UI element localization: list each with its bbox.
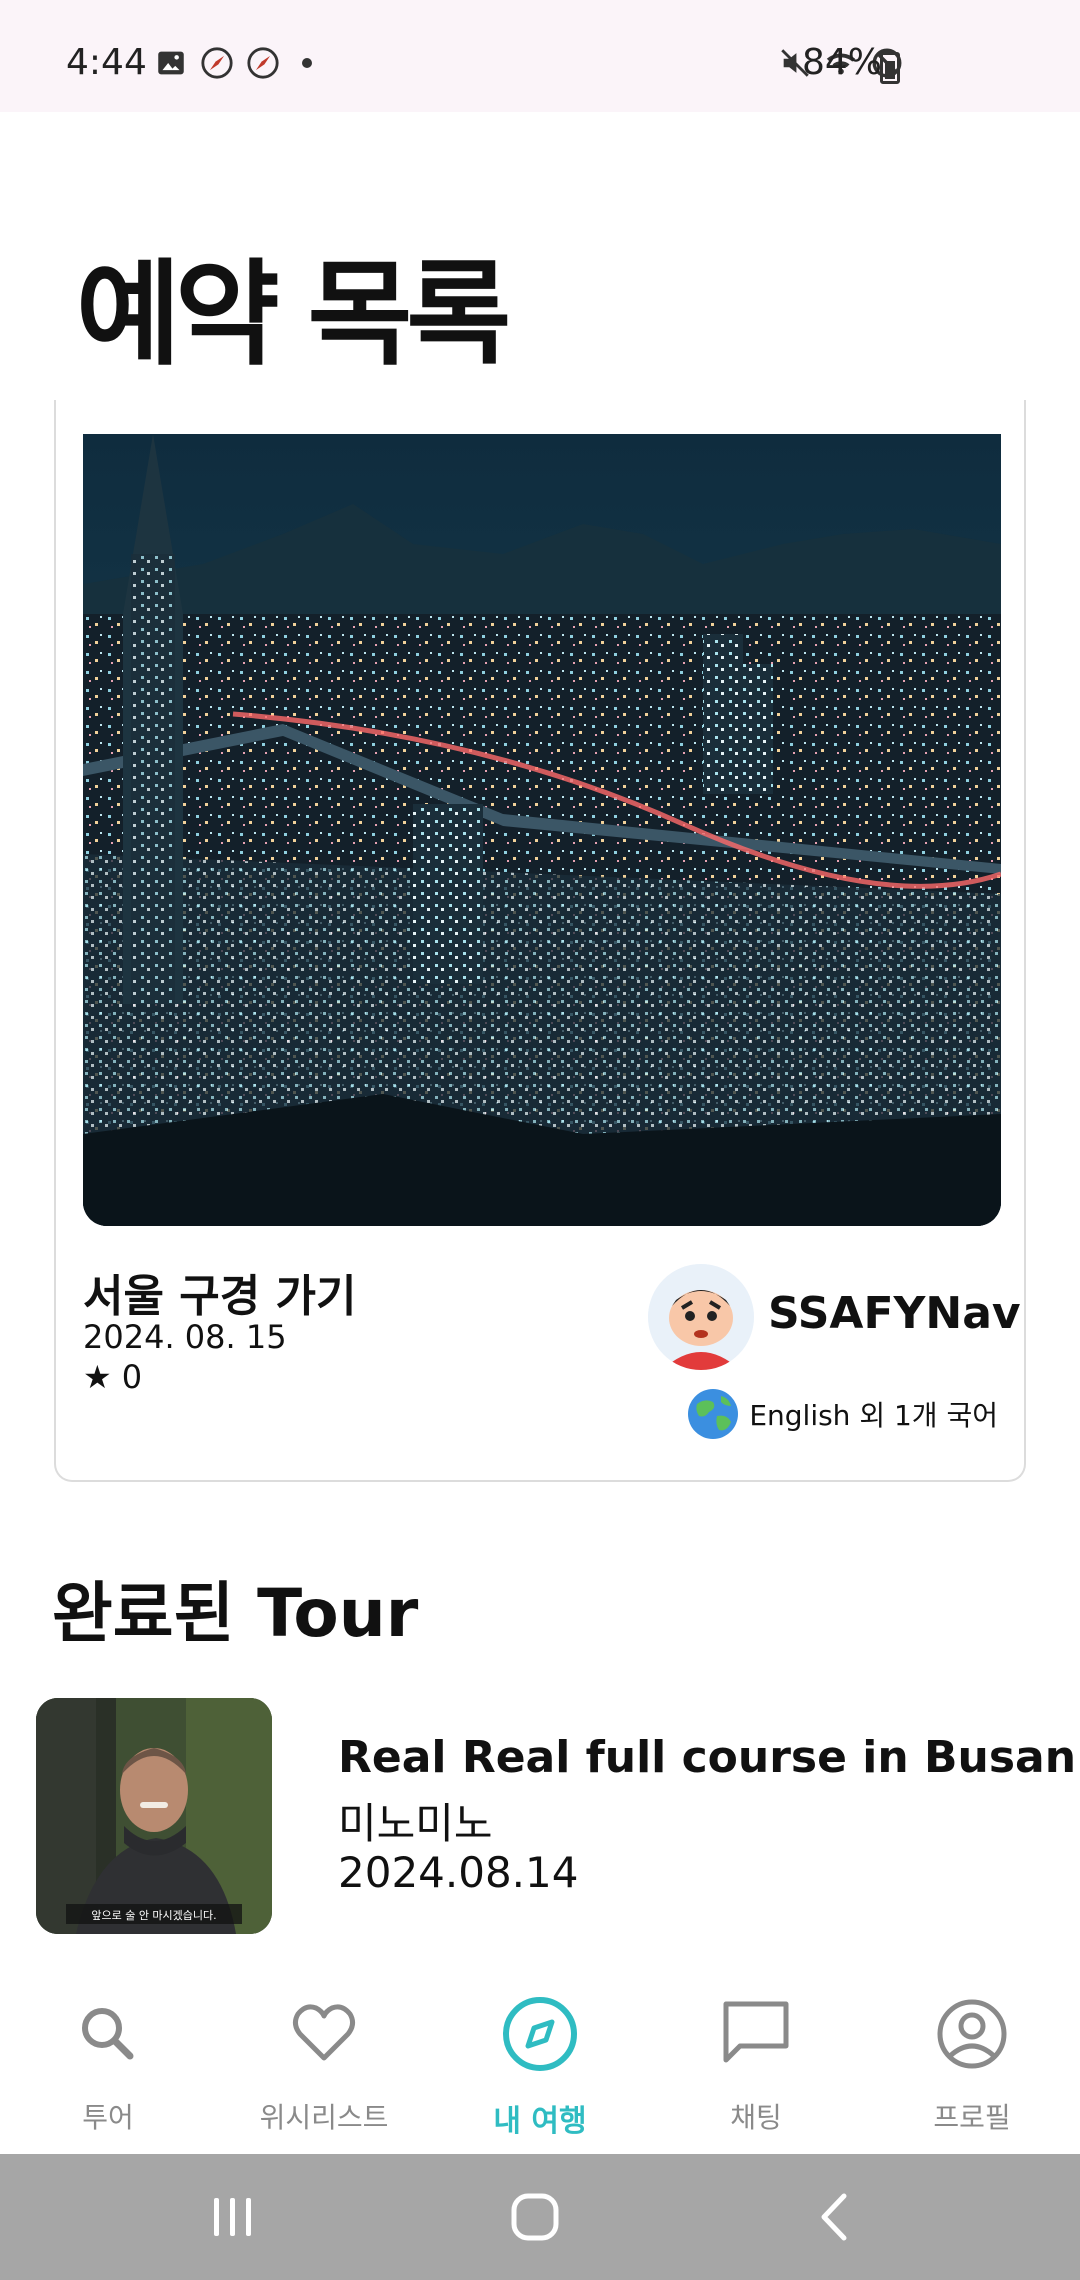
status-notification-icons — [154, 46, 312, 80]
nav-wishlist[interactable]: 위시리스트 — [216, 1966, 432, 2154]
battery-icon — [880, 52, 900, 84]
profile-icon — [937, 1999, 1007, 2069]
dot-icon — [302, 58, 312, 68]
search-icon — [82, 2008, 134, 2060]
guide-avatar[interactable] — [648, 1264, 754, 1370]
bottom-nav: 투어 위시리스트 내 여행 채팅 프로필 — [0, 1966, 1080, 2154]
recent-apps-icon[interactable] — [198, 2184, 268, 2250]
gallery-icon — [158, 51, 184, 75]
nav-tour[interactable]: 투어 — [0, 1966, 216, 2154]
star-icon: ★ — [83, 1358, 112, 1396]
heart-icon — [292, 2004, 356, 2061]
back-icon[interactable] — [802, 2184, 872, 2250]
guide-languages: English 외 1개 국어 — [687, 1388, 998, 1440]
page-title: 예약 목록 — [76, 248, 511, 381]
home-icon[interactable] — [500, 2184, 570, 2250]
nav-label-chat: 채팅 — [730, 2101, 782, 2134]
tour-date: 2024. 08. 15 — [83, 1318, 287, 1356]
chat-icon — [723, 2001, 789, 2063]
nav-label-my-trip: 내 여행 — [493, 2104, 587, 2139]
compass-notification-icon — [201, 47, 233, 79]
globe-icon — [688, 1389, 739, 1439]
tour-title: 서울 구경 가기 — [83, 1271, 357, 1322]
system-nav-bar — [0, 2154, 1080, 2280]
completed-section-title: 완료된 Tour — [52, 1575, 419, 1652]
compass-notification-icon — [247, 47, 279, 79]
reservation-card[interactable]: 서울 구경 가기 2024. 08. 15 ★ 0 SSAFYNav Englis… — [54, 400, 1026, 1482]
tour-image — [83, 434, 1001, 1226]
status-time: 4:44 — [66, 42, 147, 83]
nav-label-profile: 프로필 — [933, 2101, 1011, 2134]
nav-my-trip[interactable]: 내 여행 — [432, 1966, 648, 2154]
languages-text: English 외 1개 국어 — [749, 1399, 998, 1432]
completed-tour-guide: 미노미노 — [338, 1799, 493, 1848]
nav-chat[interactable]: 채팅 — [648, 1966, 864, 2154]
completed-tour-date: 2024.08.14 — [338, 1848, 579, 1897]
rating-value: 0 — [121, 1358, 143, 1396]
guide-name: SSAFYNav — [768, 1288, 1021, 1339]
tour-rating: ★ 0 — [83, 1358, 142, 1396]
nav-profile[interactable]: 프로필 — [864, 1966, 1080, 2154]
battery-percent: 84% — [802, 42, 883, 83]
completed-tour-title: Real Real full course in Busan — [338, 1732, 1077, 1783]
nav-label-wishlist: 위시리스트 — [259, 2101, 389, 2134]
completed-tour-item[interactable]: 앞으로 술 안 마시겠습니다. Real Real full course in… — [36, 1698, 1076, 1938]
nav-label-tour: 투어 — [82, 2101, 134, 2134]
compass-icon — [503, 1997, 577, 2071]
completed-tour-thumbnail: 앞으로 술 안 마시겠습니다. — [36, 1698, 272, 1934]
thumbnail-caption: 앞으로 술 안 마시겠습니다. — [91, 1909, 216, 1922]
status-bar: 4:44 84% — [0, 0, 1080, 112]
